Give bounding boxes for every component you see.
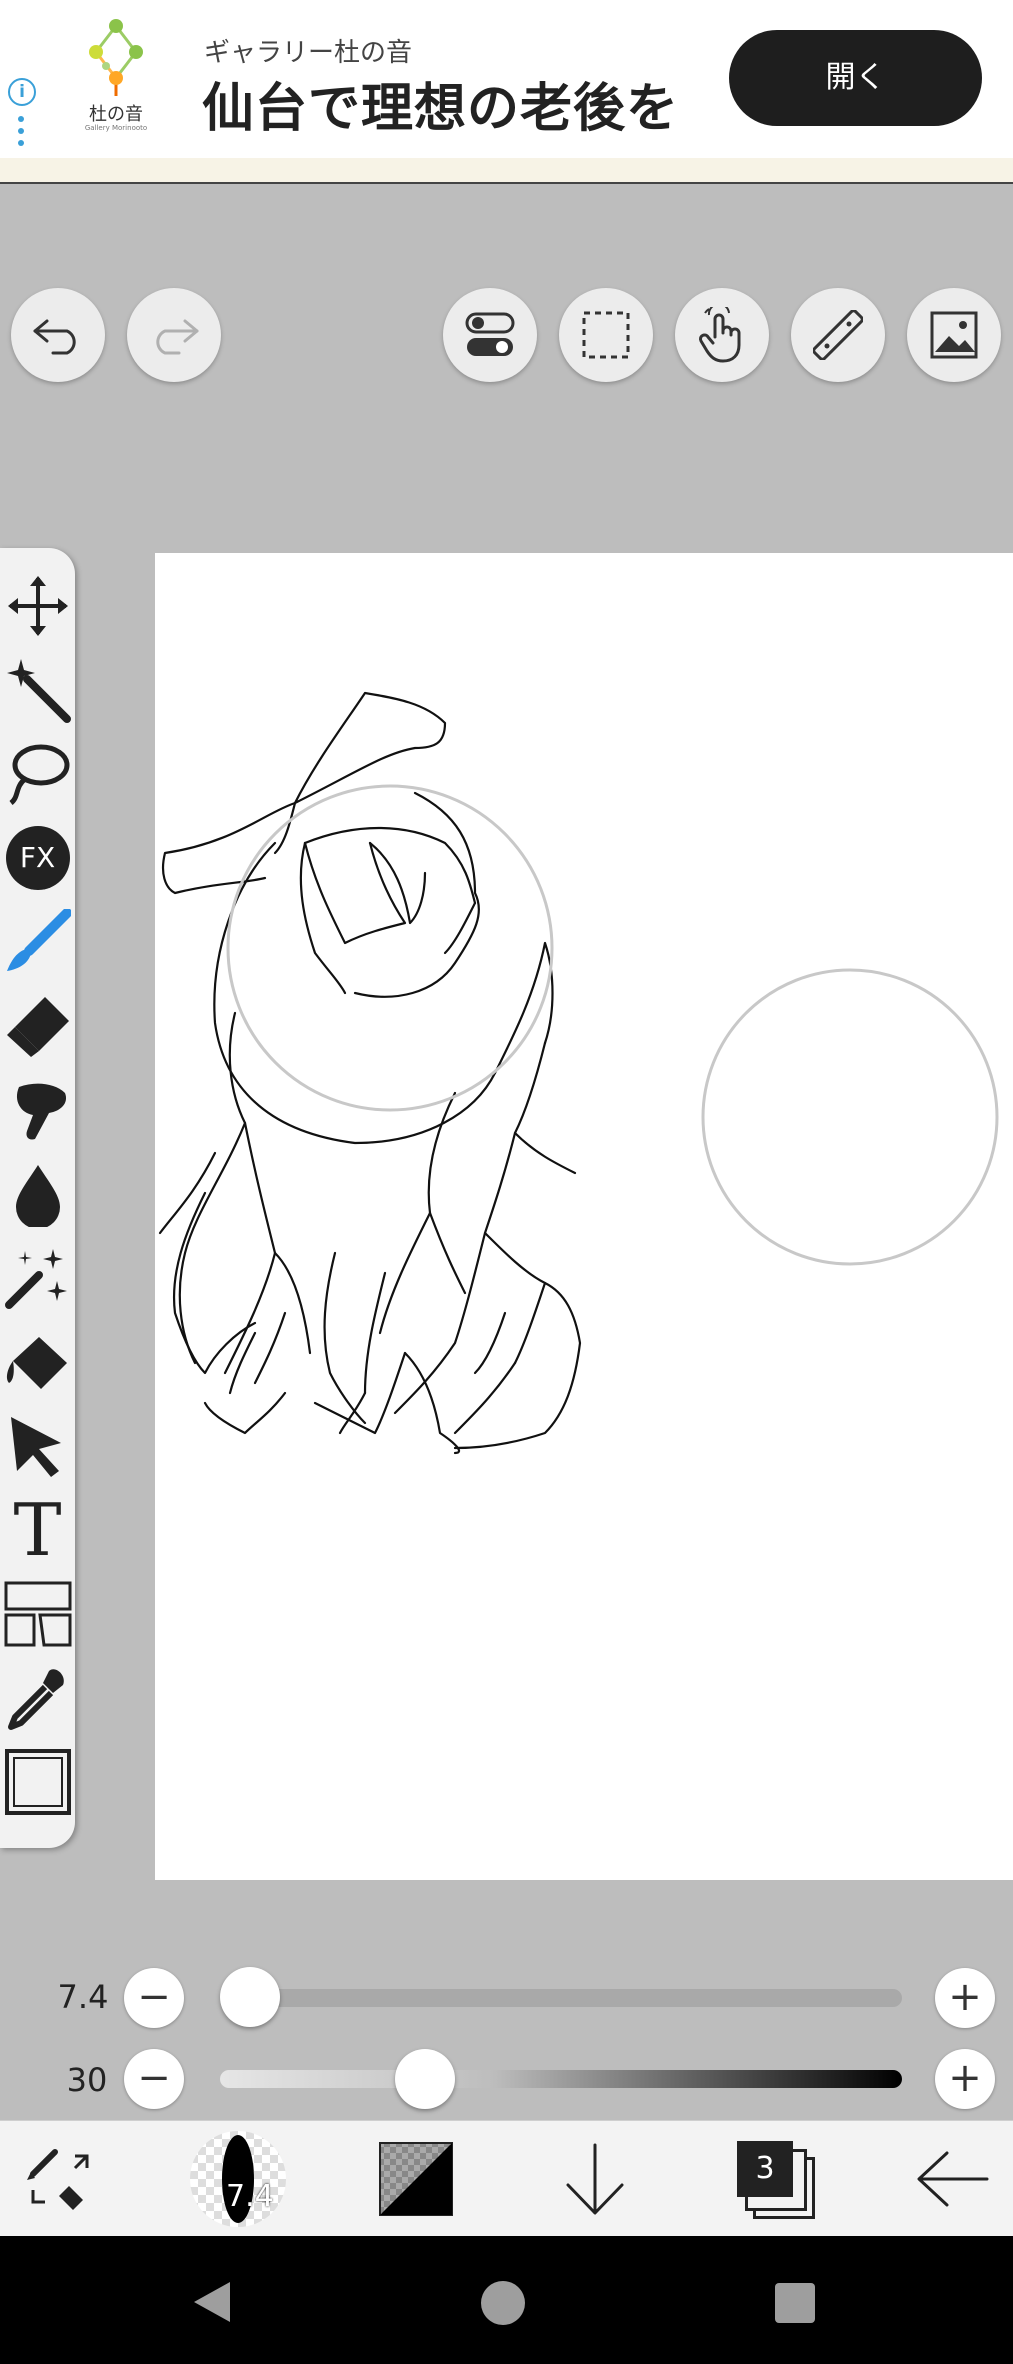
ad-subtitle: ギャラリー杜の音 <box>204 38 413 68</box>
brush-size-value: 7.4 <box>57 1978 109 2016</box>
selection-button[interactable] <box>559 288 653 382</box>
size-increase-button[interactable]: + <box>935 1968 995 2028</box>
layers-icon: 3 <box>737 2141 815 2219</box>
opacity-decrease-button[interactable]: − <box>124 2049 184 2109</box>
nav-home-icon[interactable] <box>480 2280 526 2326</box>
ad-logo-subtext: Gallery Morinooto <box>84 124 148 132</box>
blur-tool[interactable] <box>0 1154 75 1234</box>
eraser-icon <box>6 997 69 1057</box>
magic-wand-tool[interactable] <box>0 650 75 730</box>
smudge-icon <box>16 1083 66 1140</box>
panel-icon <box>4 1581 71 1647</box>
blur-icon <box>15 1165 60 1227</box>
ad-open-button[interactable]: 開く <box>729 30 982 126</box>
lasso-tool[interactable] <box>0 734 75 814</box>
opacity-value: 30 <box>66 2061 108 2099</box>
canvas-icon <box>4 1749 71 1815</box>
sketch-artwork <box>158 691 999 1455</box>
more-dots-icon[interactable] <box>18 116 24 152</box>
brush-tool[interactable] <box>0 902 75 982</box>
lasso-icon <box>8 744 69 805</box>
nav-recents-icon[interactable] <box>774 2282 816 2324</box>
ad-logo: 杜の音 Gallery Morinooto <box>66 16 166 134</box>
canvas-tool[interactable] <box>0 1742 75 1822</box>
back-button[interactable] <box>903 2121 1003 2237</box>
move-tool[interactable] <box>0 566 75 646</box>
ad-title: 仙台で理想の老後を <box>202 79 680 139</box>
text-tool[interactable]: T <box>0 1490 75 1570</box>
download-button[interactable] <box>545 2121 645 2237</box>
quick-switch-button[interactable] <box>10 2121 110 2237</box>
eyedropper-tool[interactable] <box>0 1658 75 1738</box>
opacity-slider-knob[interactable] <box>394 2049 455 2109</box>
eraser-tool[interactable] <box>0 986 75 1066</box>
system-nav-bar <box>0 2236 1013 2364</box>
nav-back-icon[interactable] <box>190 2280 234 2324</box>
arrow-left-icon <box>917 2151 989 2207</box>
redo-icon <box>156 319 199 355</box>
fx-tool[interactable]: FX <box>0 818 75 898</box>
tool-panel: FX T <box>0 548 75 1848</box>
brush-icon <box>6 909 71 971</box>
opacity-increase-button[interactable]: + <box>935 2049 995 2109</box>
selection-icon <box>582 311 630 359</box>
image-button[interactable] <box>907 288 1001 382</box>
ruler-icon <box>813 310 863 360</box>
toggle-button[interactable] <box>443 288 537 382</box>
ad-logo-text: 杜の音 <box>89 104 143 125</box>
smudge-tool[interactable] <box>0 1070 75 1150</box>
magic-wand-icon <box>6 659 71 723</box>
layers-count: 3 <box>737 2141 793 2197</box>
toggle-icon <box>465 312 515 356</box>
sparkle-brush-icon <box>4 1249 67 1309</box>
drawing-canvas[interactable] <box>155 553 1013 1880</box>
opacity-slider-track[interactable] <box>220 2070 902 2088</box>
ruler-button[interactable] <box>791 288 885 382</box>
move-icon <box>7 576 68 636</box>
brush-size-label: 7.4 <box>226 2179 274 2214</box>
bottom-toolbar: 7.4 3 <box>0 2120 1013 2237</box>
ad-banner[interactable]: i 杜の音 Gallery Morinooto ギャラリー杜の音 仙台で理想の老… <box>0 0 1013 158</box>
ad-divider <box>0 158 1013 184</box>
fx-icon: FX <box>5 826 70 890</box>
undo-icon <box>33 319 76 355</box>
brush-eraser-swap-icon <box>27 2149 89 2210</box>
redo-button[interactable] <box>127 288 221 382</box>
select-arrow-icon <box>10 1417 61 1477</box>
info-icon[interactable]: i <box>8 78 36 106</box>
select-arrow-tool[interactable] <box>0 1406 75 1486</box>
size-slider-knob[interactable] <box>220 1967 280 2027</box>
panel-tool[interactable] <box>0 1574 75 1654</box>
hand-button[interactable] <box>675 288 769 382</box>
size-slider-track[interactable] <box>220 1989 902 2007</box>
size-decrease-button[interactable]: − <box>124 1968 184 2028</box>
image-icon <box>930 311 978 359</box>
fill-icon <box>6 1337 67 1389</box>
brush-size-preview[interactable]: 7.4 <box>188 2121 288 2237</box>
eyedropper-icon <box>7 1669 64 1730</box>
color-button[interactable] <box>366 2121 466 2237</box>
layers-button[interactable]: 3 <box>725 2121 825 2237</box>
sparkle-brush-tool[interactable] <box>0 1238 75 1318</box>
undo-button[interactable] <box>11 288 105 382</box>
hand-icon <box>699 307 741 363</box>
arrow-down-icon <box>566 2143 624 2215</box>
color-swatch-icon <box>379 2142 453 2216</box>
text-icon: T <box>13 1488 62 1572</box>
fill-tool[interactable] <box>0 1322 75 1402</box>
